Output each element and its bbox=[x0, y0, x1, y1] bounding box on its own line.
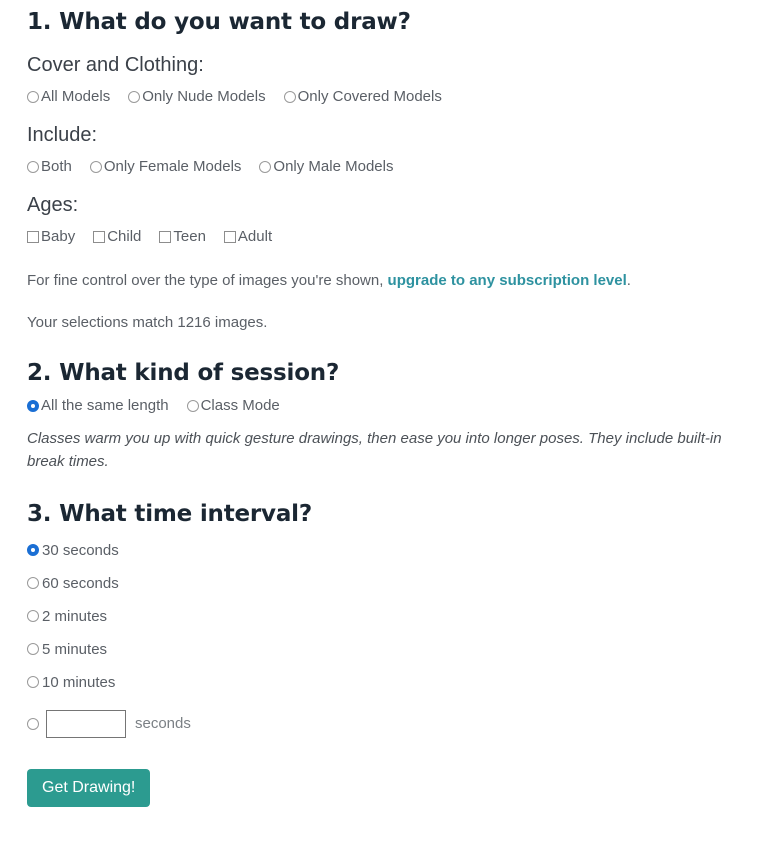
radio-icon[interactable] bbox=[27, 610, 39, 623]
interval-row: 2 minutes bbox=[27, 600, 773, 633]
radio-label: 5 minutes bbox=[42, 640, 108, 658]
radio-label: Class Mode bbox=[200, 397, 280, 414]
upgrade-note: For fine control over the type of images… bbox=[27, 245, 773, 291]
radio-label: All Models bbox=[41, 88, 111, 105]
radio-option-all-models[interactable]: All Models bbox=[27, 88, 110, 105]
radio-icon[interactable] bbox=[186, 399, 199, 412]
radio-icon[interactable] bbox=[89, 160, 102, 173]
selection-match-count: Your selections match 1216 images. bbox=[27, 313, 268, 331]
interval-row: 60 seconds bbox=[27, 567, 773, 600]
checkbox-option-teen[interactable]: Teen bbox=[159, 228, 206, 245]
section-2-heading: 2. What kind of session? bbox=[27, 360, 340, 386]
radio-label: 10 minutes bbox=[42, 673, 116, 691]
upgrade-note-prefix: For fine control over the type of images… bbox=[27, 272, 388, 289]
custom-interval-row: seconds bbox=[27, 699, 773, 746]
section-3-heading: 3. What time interval? bbox=[27, 500, 312, 527]
checkbox-option-baby[interactable]: Baby bbox=[27, 228, 75, 245]
interval-row: 30 seconds bbox=[27, 534, 773, 567]
radio-icon[interactable] bbox=[27, 160, 39, 173]
radio-label: Both bbox=[41, 158, 72, 175]
section-1-heading: 1. What do you want to draw? bbox=[27, 9, 411, 35]
custom-seconds-input[interactable] bbox=[46, 709, 126, 738]
radio-icon[interactable] bbox=[128, 90, 141, 103]
checkbox-option-adult[interactable]: Adult bbox=[223, 228, 273, 245]
radio-option-only-male-models[interactable]: Only Male Models bbox=[259, 158, 393, 175]
radio-icon[interactable] bbox=[27, 577, 39, 590]
cover-and-clothing-label: Cover and Clothing: bbox=[27, 54, 204, 76]
radio-option-all-the-same-length[interactable]: All the same length bbox=[27, 397, 169, 414]
radio-option-only-nude-models[interactable]: Only Nude Models bbox=[128, 88, 266, 105]
include-label: Include: bbox=[27, 124, 98, 146]
radio-label: Only Covered Models bbox=[297, 88, 442, 105]
radio-icon[interactable] bbox=[283, 90, 296, 103]
upgrade-subscription-link[interactable]: upgrade to any subscription level bbox=[388, 272, 627, 289]
radio-icon[interactable] bbox=[27, 544, 39, 557]
checkbox-label: Baby bbox=[41, 228, 76, 245]
checkbox-icon[interactable] bbox=[159, 230, 172, 243]
ages-checkbox-group: Baby Child Teen Adult bbox=[27, 217, 773, 245]
checkbox-label: Child bbox=[107, 228, 142, 245]
interval-row: 10 minutes bbox=[27, 666, 773, 699]
radio-option-both[interactable]: Both bbox=[27, 158, 72, 175]
radio-icon[interactable] bbox=[27, 90, 39, 103]
radio-option-2-minutes[interactable]: 2 minutes bbox=[27, 608, 107, 625]
radio-option-5-minutes[interactable]: 5 minutes bbox=[27, 641, 107, 658]
radio-icon[interactable] bbox=[27, 676, 39, 689]
radio-option-class-mode[interactable]: Class Mode bbox=[186, 397, 280, 414]
radio-label: Only Female Models bbox=[103, 158, 242, 175]
checkbox-icon[interactable] bbox=[27, 230, 39, 243]
interval-row: 5 minutes bbox=[27, 633, 773, 666]
get-drawing-button[interactable]: Get Drawing! bbox=[27, 768, 151, 807]
radio-icon[interactable] bbox=[27, 717, 39, 730]
radio-icon[interactable] bbox=[27, 643, 39, 656]
radio-label: Only Nude Models bbox=[142, 88, 266, 105]
submit-area: Get Drawing! bbox=[27, 746, 773, 807]
upgrade-note-suffix: . bbox=[626, 272, 631, 289]
radio-option-only-female-models[interactable]: Only Female Models bbox=[89, 158, 242, 175]
radio-icon[interactable] bbox=[259, 160, 272, 173]
time-interval-radio-group: 30 seconds 60 seconds 2 minutes 5 minute… bbox=[27, 527, 773, 746]
radio-icon[interactable] bbox=[27, 399, 39, 412]
radio-option-60-seconds[interactable]: 60 seconds bbox=[27, 575, 119, 592]
radio-label: Only Male Models bbox=[273, 158, 394, 175]
ages-label: Ages: bbox=[27, 194, 79, 216]
radio-label: All the same length bbox=[41, 397, 169, 414]
radio-option-10-minutes[interactable]: 10 minutes bbox=[27, 674, 115, 691]
checkbox-option-child[interactable]: Child bbox=[93, 228, 141, 245]
cover-and-clothing-radio-group: All Models Only Nude Models Only Covered… bbox=[27, 77, 773, 105]
checkbox-label: Teen bbox=[173, 228, 206, 245]
session-type-radio-group: All the same length Class Mode bbox=[27, 386, 773, 414]
radio-label: 2 minutes bbox=[42, 607, 108, 625]
class-mode-description: Classes warm you up with quick gesture d… bbox=[27, 430, 722, 470]
checkbox-icon[interactable] bbox=[223, 230, 236, 243]
include-radio-group: Both Only Female Models Only Male Models bbox=[27, 147, 773, 175]
radio-label: 60 seconds bbox=[42, 574, 119, 592]
radio-label: 30 seconds bbox=[42, 541, 119, 559]
radio-option-only-covered-models[interactable]: Only Covered Models bbox=[283, 88, 442, 105]
drawing-session-form: 1. What do you want to draw? Cover and C… bbox=[0, 0, 773, 807]
checkbox-label: Adult bbox=[237, 228, 273, 245]
radio-option-30-seconds[interactable]: 30 seconds bbox=[27, 542, 119, 559]
custom-seconds-unit-label: seconds bbox=[135, 715, 191, 733]
checkbox-icon[interactable] bbox=[93, 230, 106, 243]
